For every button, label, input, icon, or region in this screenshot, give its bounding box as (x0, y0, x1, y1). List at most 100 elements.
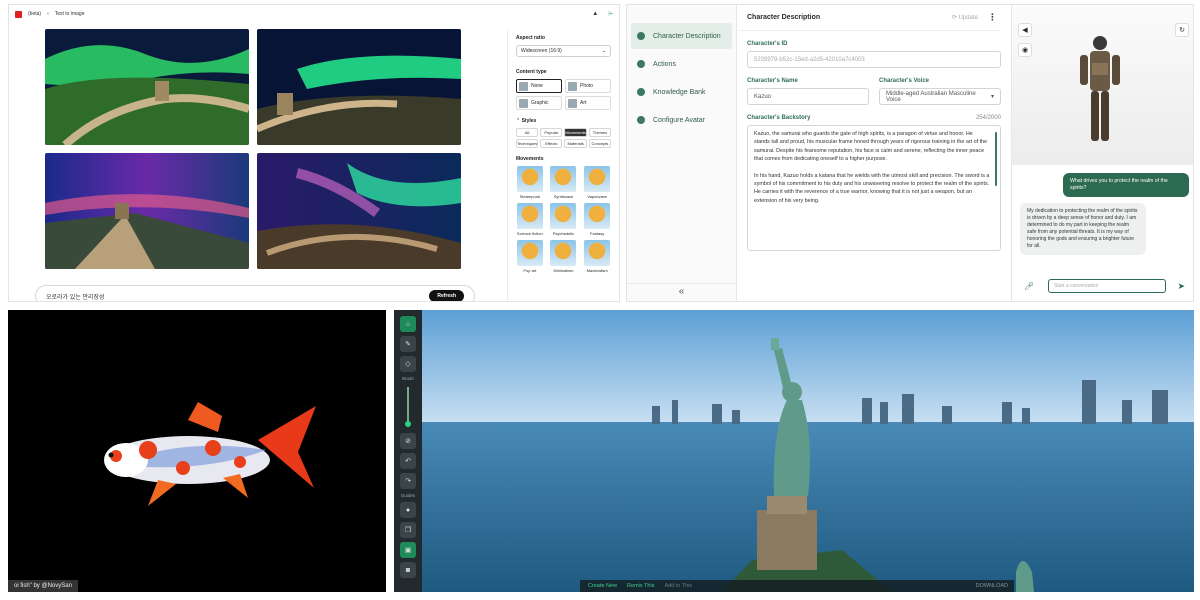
character-name-field[interactable]: Kazuo (747, 88, 869, 105)
layers-icon[interactable]: ❐ (400, 522, 416, 538)
speaker-icon[interactable]: ◀ (1018, 23, 1032, 37)
brush-size-slider[interactable] (405, 387, 411, 427)
nav-character-description[interactable]: Character Description (631, 23, 732, 49)
chip-effects[interactable]: Effects (540, 139, 563, 148)
statue-of-liberty-scene[interactable] (422, 310, 1194, 592)
balloon-thumbnail (516, 240, 543, 266)
home-icon[interactable]: ⌂ (400, 316, 416, 332)
lock-icon[interactable]: ▲ (592, 11, 598, 18)
prompt-input[interactable]: 오로라가 있는 만리장성 Refresh (35, 285, 475, 301)
camera-icon[interactable]: ◙ (400, 562, 416, 578)
update-button[interactable]: ⟳ Update (952, 14, 978, 21)
character-id-label: Character's ID (747, 41, 788, 47)
balloon-thumbnail (584, 240, 611, 266)
frame-icon[interactable]: ▣ (400, 542, 416, 558)
tool-palette: ⌂ ✎ ◇ Brush ⊘ ↶ ↷ Guides ● ❐ ▣ ◙ (394, 310, 422, 592)
top-bar: (beta) ‹ Text to image ▲ ⩥ (9, 5, 619, 23)
chip-themes[interactable]: Themes (588, 128, 611, 137)
add-to-this-button[interactable]: Add to This (664, 583, 692, 589)
generated-image-2[interactable] (257, 29, 461, 145)
pencil-icon[interactable]: ✎ (400, 336, 416, 352)
share-icon[interactable]: ⩥ (608, 11, 613, 18)
create-new-button[interactable]: Create New (588, 583, 617, 589)
character-voice-select[interactable]: Middle-aged Australian Masculine Voice ▾ (879, 88, 1001, 105)
character-id-field[interactable]: 5239979-b52c-15ed-a2d5-42010a7c4003 (747, 51, 1001, 68)
back-chevron-icon[interactable]: ‹ (47, 11, 49, 17)
content-type-none[interactable]: None (516, 79, 562, 93)
koi-image-panel: oi fish" by @NovySan (8, 310, 386, 592)
style-pop-art[interactable]: Pop art (516, 240, 544, 273)
send-icon[interactable]: ➤ (1177, 281, 1185, 292)
character-editor-panel: Character Description Actions Knowledge … (626, 4, 1194, 302)
content-type-art[interactable]: Art (565, 96, 611, 110)
aspect-ratio-select[interactable]: Widescreen (16:9) ⌄ (516, 45, 611, 57)
style-vaporwave[interactable]: Vaporwave (583, 166, 611, 199)
balloon-thumbnail (550, 166, 577, 192)
backstory-textarea[interactable]: Kazuo, the samurai who guards the gate o… (747, 125, 1001, 251)
form-header: Character Description ⟳ Update ⋮ (739, 5, 1001, 31)
scene-action-bar: Create New Remix This Add to This DOWNLO… (580, 580, 1014, 592)
prompt-text[interactable]: 오로라가 있는 만리장성 (46, 292, 429, 301)
textarea-scrollbar[interactable] (995, 132, 997, 186)
chip-techniques[interactable]: Techniques (516, 139, 539, 148)
chat-input[interactable]: Start a conversation (1048, 279, 1166, 293)
balloon-thumbnail (584, 166, 611, 192)
style-fantasy[interactable]: Fantasy (583, 203, 611, 236)
nav-configure-avatar[interactable]: Configure Avatar (627, 107, 736, 133)
style-minimalism[interactable]: Minimalism (550, 240, 578, 273)
style-psychedelic[interactable]: Psychedelic (550, 203, 578, 236)
nav-knowledge-bank[interactable]: Knowledge Bank (627, 79, 736, 105)
eraser-icon[interactable]: ◇ (400, 356, 416, 372)
chip-popular[interactable]: Popular (540, 128, 563, 137)
more-options-icon[interactable]: ⋮ (988, 12, 997, 23)
caret-down-icon: ▾ (990, 94, 994, 100)
bot-message-bubble: My dedication to protecting the realm of… (1020, 203, 1146, 255)
chip-concepts[interactable]: Concepts (588, 139, 611, 148)
sphere-icon[interactable]: ● (400, 502, 416, 518)
nav-actions[interactable]: Actions (627, 51, 736, 77)
text-to-image-panel: (beta) ‹ Text to image ▲ ⩥ 오로라가 있는 만리장성 … (8, 4, 620, 302)
image-grid (45, 29, 461, 269)
reset-view-icon[interactable]: ↻ (1175, 23, 1189, 37)
style-science-fiction[interactable]: Science fiction (516, 203, 544, 236)
remix-this-button[interactable]: Remix This (627, 583, 654, 589)
guides-label: Guides (400, 493, 416, 498)
undo-icon[interactable]: ↶ (400, 453, 416, 469)
microphone-icon[interactable]: 🎤︎ (1024, 282, 1034, 291)
generated-image-4[interactable] (257, 153, 461, 269)
style-steampunk[interactable]: Steampunk (516, 166, 544, 199)
chip-materials[interactable]: Materials (564, 139, 587, 148)
chip-movements[interactable]: Movements (564, 128, 587, 137)
balloon-thumbnail (516, 166, 543, 192)
settings-sidebar: Aspect ratio Widescreen (16:9) ⌄ Content… (507, 29, 619, 301)
balloon-thumbnail (516, 203, 543, 229)
brush-label: Brush (402, 376, 414, 381)
person-icon (637, 32, 645, 40)
style-maximalism[interactable]: Maximalism (583, 240, 611, 273)
chat-preview: ◀ ◉ ↻ What drives you to protect the rea… (1011, 5, 1193, 301)
redo-icon[interactable]: ↷ (400, 473, 416, 489)
character-voice-label: Character's Voice (879, 78, 930, 84)
style-thumbnails: Steampunk Synthwave Vaporwave Science fi… (516, 166, 611, 273)
content-type-label: Content type (516, 69, 547, 75)
style-synthwave[interactable]: Synthwave (550, 166, 578, 199)
eye-icon[interactable]: ◉ (1018, 43, 1032, 57)
koi-fish-illustration (104, 402, 316, 506)
clear-icon[interactable]: ⊘ (400, 433, 416, 449)
generated-image-1[interactable] (45, 29, 249, 145)
refresh-button[interactable]: Refresh (429, 290, 464, 301)
backstory-paragraph-1: Kazuo, the samurai who guards the gate o… (754, 131, 988, 163)
generated-image-3[interactable] (45, 153, 249, 269)
content-type-photo[interactable]: Photo (565, 79, 611, 93)
user-message-bubble: What drives you to protect the realm of … (1063, 173, 1189, 197)
movements-section-label: Movements (516, 156, 544, 162)
content-type-graphic[interactable]: Graphic (516, 96, 562, 110)
collapse-sidebar-button[interactable]: « (627, 283, 736, 297)
breadcrumb[interactable]: Text to image (55, 11, 85, 17)
backstory-label: Character's Backstory 254/2000 (747, 115, 1001, 121)
chip-all[interactable]: All (516, 128, 539, 137)
avatar-viewport[interactable]: ◀ ◉ ↻ (1012, 5, 1193, 165)
styles-label[interactable]: ⌃ Styles (516, 118, 611, 124)
adobe-logo-icon (15, 10, 22, 18)
download-button[interactable]: DOWNLOAD (976, 583, 1014, 589)
